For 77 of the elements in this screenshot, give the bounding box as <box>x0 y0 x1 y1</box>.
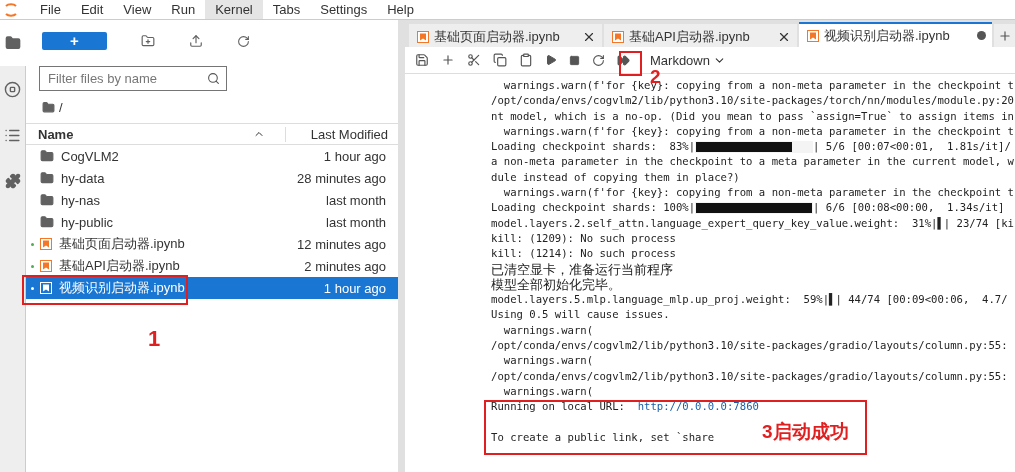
output-line: Loading checkpoint shards: 100%| <box>491 200 696 216</box>
output-line: nt model, which is a no-op. (Did you mean to pass `assign=True` to assign items in <box>491 108 1014 124</box>
plus-icon <box>997 28 1012 43</box>
output-line: warnings.warn( <box>502 353 594 369</box>
name-column-header[interactable]: Name <box>26 126 286 142</box>
output-line: 已清空显卡，准备运行当前程序 <box>491 261 673 277</box>
notebook-tab[interactable]: 视频识别启动器.ipynb <box>799 22 992 47</box>
output-line: warnings.warn(f'for {key}: copying from a non-meta parameter in the checkpoint t <box>502 123 1014 139</box>
menu-item[interactable]: File <box>30 0 71 19</box>
notebook-tab[interactable]: 基础API启动器.ipynb <box>604 24 797 47</box>
output-line: kill: (1209): No such process <box>491 230 676 246</box>
refresh-icon[interactable] <box>237 34 250 48</box>
folder-icon <box>40 215 54 229</box>
cut-icon[interactable] <box>467 53 481 67</box>
folder-icon <box>4 35 21 51</box>
folder-icon <box>40 171 54 185</box>
output-line: model.layers.2.self_attn.language_expert_query_key_value.weight: 31%|▌| 23/74 [ki <box>491 215 1014 231</box>
path-text[interactable]: / <box>59 99 63 115</box>
output-line: To create a public link, set `share <box>491 429 715 445</box>
output-line: dule instead of copying them in place?) <box>491 169 740 185</box>
output-line: warnings.warn( <box>502 383 594 399</box>
copy-icon[interactable] <box>493 53 507 67</box>
output-line: /opt/conda/envs/cogvlm2/lib/python3.10/site-packages/gradio/layouts/column.py:55: <box>491 338 1008 354</box>
url-link[interactable]: http://0.0.0.0:7860 <box>637 399 759 415</box>
output-line: warnings.warn( <box>502 322 594 338</box>
output-line: /opt/conda/envs/cogvlm2/lib/python3.10/site-packages/gradio/layouts/column.py:55: <box>491 368 1008 384</box>
menu-item[interactable]: View <box>113 0 162 19</box>
folder-icon <box>40 193 54 207</box>
output-line: kill: (1214): No such process <box>491 246 676 262</box>
run-icon[interactable] <box>545 54 557 66</box>
run-all-icon[interactable] <box>617 53 630 67</box>
notebook-icon <box>417 30 429 43</box>
output-line: Using 0.5 will cause issues. <box>491 307 670 323</box>
stop-icon[interactable] <box>569 54 580 66</box>
paste-icon[interactable] <box>519 53 533 67</box>
stop-icon <box>4 80 21 98</box>
notebook-icon <box>612 30 624 43</box>
highlight-frame <box>619 51 642 76</box>
output-line: | 5/6 [00:07<00:01, 1.81s/it]/ <box>813 139 1011 155</box>
menu-item[interactable]: Help <box>377 0 424 19</box>
sidebar-tab[interactable] <box>0 20 26 66</box>
output-line: | 6/6 [00:08<00:00, 1.34s/it] <box>813 200 1005 216</box>
menu-item[interactable]: Run <box>161 0 206 19</box>
restart-icon[interactable] <box>592 53 605 67</box>
notebook-tab[interactable]: 基础页面启动器.ipynb <box>409 24 602 47</box>
upload-icon[interactable] <box>189 34 203 48</box>
menu-item[interactable]: Edit <box>70 0 114 19</box>
save-icon[interactable] <box>415 53 429 67</box>
new-launcher-button[interactable]: + <box>42 32 107 50</box>
output-line: warnings.warn(f'for {key}: copying from a non-meta parameter in the checkpoint t <box>502 185 1014 201</box>
menu-item[interactable]: Kernel <box>205 0 263 19</box>
menu-item[interactable]: Settings <box>310 0 378 19</box>
folder-icon <box>40 149 54 163</box>
filter-field[interactable]: Filter files by name <box>39 66 227 91</box>
annotation-label: 3启动成功 <box>762 420 849 444</box>
file-row[interactable]: 视频识别启动器.ipynb 1 hour ago <box>26 277 398 299</box>
output-line: model.layers.5.mlp.language_mlp.up_proj.weight: 59%|▌| 44/74 [00:09<00:06, 4.7/ <box>491 292 1008 308</box>
notebook-icon <box>40 238 52 250</box>
add-tab-button[interactable] <box>994 24 1015 47</box>
annotation-label: 1 <box>148 326 161 352</box>
modified-column-header[interactable]: Last Modified <box>286 126 398 142</box>
notebook-icon <box>40 260 52 272</box>
output-line: 模型全部初始化完毕。 <box>491 276 621 293</box>
output-line: Running on local URL: <box>491 399 626 415</box>
puzzle-icon <box>4 173 21 189</box>
notebook-icon <box>807 29 819 42</box>
output-line: /opt/conda/envs/cogvlm2/lib/python3.10/site-packages/torch/nn/modules/module.py:20 <box>491 93 1014 109</box>
logo-icon <box>4 1 18 19</box>
output-line: Loading checkpoint shards: 83%| <box>491 139 696 155</box>
new-folder-icon[interactable] <box>141 34 155 48</box>
add-icon[interactable] <box>441 53 455 67</box>
cell-type-dropdown[interactable]: Markdown <box>650 52 726 68</box>
notebook-icon <box>40 282 52 294</box>
menu-item[interactable]: Tabs <box>262 0 311 19</box>
output-line: a non-meta parameter in the checkpoint to a meta parameter in the current model, w <box>491 154 1014 170</box>
search-icon <box>207 72 220 85</box>
folder-icon <box>42 100 55 114</box>
